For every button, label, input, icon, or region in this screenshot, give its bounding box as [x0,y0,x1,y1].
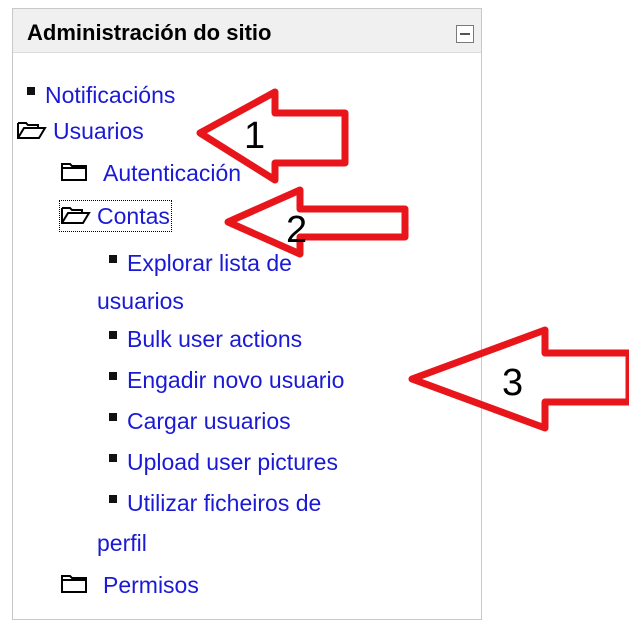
bullet-icon [109,453,117,462]
bullet-icon [109,254,117,263]
tree-item-notifications[interactable]: Notificacións [27,81,175,109]
folder-icon [61,162,87,181]
tree-item-label[interactable]: Permisos [103,572,199,598]
bullet-icon [109,371,117,380]
tree-item-label[interactable]: Bulk user actions [127,326,302,352]
tree-item-users[interactable]: Usuarios [17,117,144,145]
tree-item-label[interactable]: Engadir novo usuario [127,367,344,393]
tree-item-label[interactable]: Autenticación [103,160,241,186]
tree-item-label[interactable]: Contas [97,203,170,229]
bullet-icon [109,330,117,339]
block-title: Administración do sitio [27,20,272,45]
tree-item-upload-pictures[interactable]: Upload user pictures [109,448,338,476]
site-administration-block: Administración do sitio Notificacións Us… [12,8,482,620]
tree-item-accounts[interactable]: Contas [59,200,172,232]
open-folder-icon [17,121,47,139]
tree-item-browse-users[interactable]: Explorar lista de [109,249,292,277]
tree-item-label[interactable]: usuarios [97,288,184,314]
tree-item-add-user[interactable]: Engadir novo usuario [109,366,344,394]
tree-item-authentication[interactable]: Autenticación [61,159,241,187]
tree-item-bulk-actions[interactable]: Bulk user actions [109,325,302,353]
tree-item-label[interactable]: Cargar usuarios [127,408,291,434]
bullet-icon [109,412,117,421]
tree-item-label[interactable]: Notificacións [45,82,175,108]
tree-item-label[interactable]: Explorar lista de [127,250,292,276]
bullet-icon [27,86,35,95]
annotation-label-3: 3 [502,362,523,404]
collapse-icon[interactable] [456,25,474,43]
folder-icon [61,574,87,593]
tree-item-browse-users-cont[interactable]: usuarios [97,287,184,315]
tree-item-profile-fields[interactable]: Utilizar ficheiros de [109,489,321,517]
tree-item-upload-users[interactable]: Cargar usuarios [109,407,291,435]
tree-item-label[interactable]: Utilizar ficheiros de [127,490,321,516]
tree-item-label[interactable]: perfil [97,530,147,556]
block-header: Administración do sitio [13,9,481,53]
tree-item-label[interactable]: Upload user pictures [127,449,338,475]
tree-item-permissions[interactable]: Permisos [61,571,199,599]
open-folder-icon [61,206,91,224]
tree-item-profile-fields-cont[interactable]: perfil [97,529,147,557]
tree-item-label[interactable]: Usuarios [53,118,144,144]
bullet-icon [109,494,117,503]
